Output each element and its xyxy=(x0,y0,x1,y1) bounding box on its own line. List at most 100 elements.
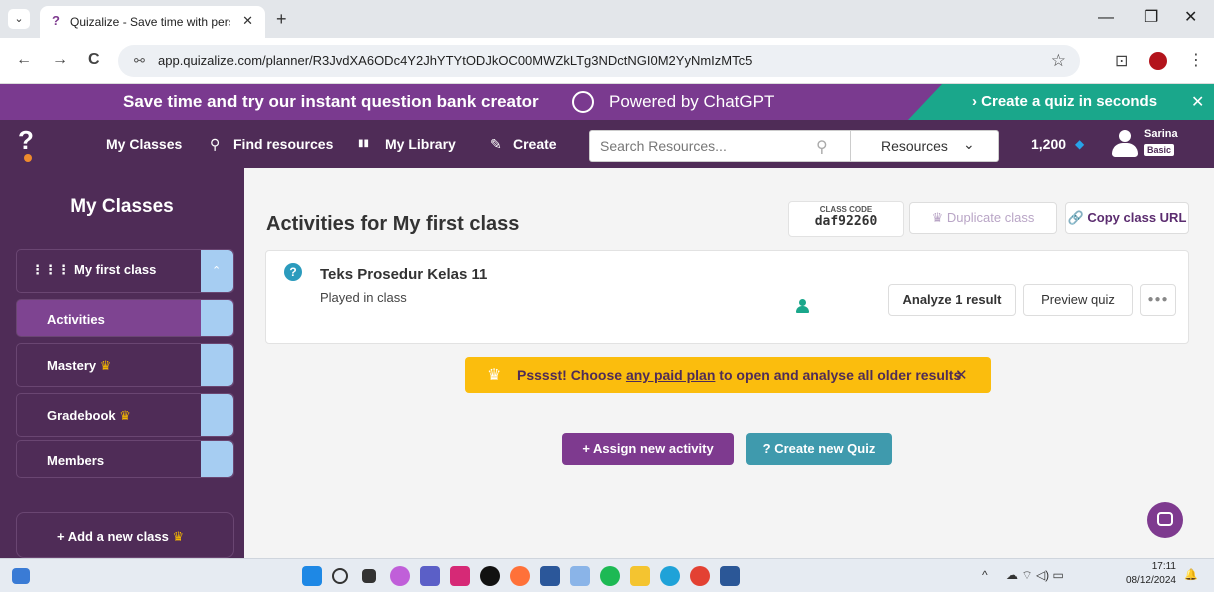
nav-my-classes[interactable]: My Classes xyxy=(106,136,182,152)
activity-title[interactable]: Teks Prosedur Kelas 11 xyxy=(320,266,487,283)
extensions-icon[interactable]: ⊡ xyxy=(1115,51,1128,71)
logo-dot xyxy=(24,154,32,162)
browser-tab[interactable]: ? Quizalize - Save time with perso ✕ xyxy=(40,6,265,38)
sidebar-item-label: Activities xyxy=(47,312,105,327)
create-quiz-seconds-link[interactable]: › Create a quiz in seconds xyxy=(972,93,1157,110)
store-icon[interactable] xyxy=(540,566,560,586)
quizalize-logo-icon[interactable]: ? xyxy=(18,126,42,156)
more-options-button[interactable]: ●●● xyxy=(1140,284,1176,316)
spotify-icon[interactable] xyxy=(600,566,620,586)
coin-balance[interactable]: 1,200 xyxy=(1031,136,1066,152)
copilot-icon[interactable] xyxy=(390,566,410,586)
sidebar-item-label: Members xyxy=(47,453,105,468)
profile-avatar[interactable] xyxy=(1149,52,1167,70)
omnibox[interactable]: ⚯ app.quizalize.com/planner/R3JvdXA6ODc4… xyxy=(118,45,1080,77)
analyze-results-button[interactable]: Analyze 1 result xyxy=(888,284,1016,316)
chat-support-button[interactable] xyxy=(1147,502,1183,538)
restore-button[interactable]: ❐ xyxy=(1144,10,1158,26)
minimize-button[interactable]: — xyxy=(1098,10,1114,26)
search-input[interactable] xyxy=(590,131,850,161)
book-icon: ▮▮ xyxy=(358,138,370,149)
user-avatar-icon[interactable] xyxy=(1110,130,1140,158)
chrome-icon[interactable] xyxy=(690,566,710,586)
tray-overflow-icon[interactable]: ^ xyxy=(982,568,988,582)
user-head xyxy=(1119,130,1131,142)
tiktok-icon[interactable] xyxy=(480,566,500,586)
activity-subtitle: Played in class xyxy=(320,290,407,305)
paid-plan-link[interactable]: any paid plan xyxy=(626,367,715,383)
duplicate-class-button[interactable]: ♛ Duplicate class xyxy=(909,202,1057,234)
notice-before: Psssst! Choose xyxy=(517,367,626,383)
sidebar-item-gradebook[interactable]: Gradebook ♛ xyxy=(16,393,234,437)
browser-tab-strip: ⌄ ? Quizalize - Save time with perso ✕ +… xyxy=(0,0,1214,38)
clock-date[interactable]: 08/12/2024 xyxy=(1106,575,1176,586)
activity-card: ? Teks Prosedur Kelas 11 Played in class… xyxy=(265,250,1189,344)
nav-find-resources[interactable]: Find resources xyxy=(233,136,333,152)
tab-search-button[interactable]: ⌄ xyxy=(8,9,30,29)
assign-new-activity-button[interactable]: + Assign new activity xyxy=(562,433,734,465)
new-tab-button[interactable]: + xyxy=(276,10,287,28)
sidebar-item-label: Gradebook ♛ xyxy=(47,408,131,424)
tab-close-icon[interactable]: ✕ xyxy=(242,13,253,29)
preview-quiz-button[interactable]: Preview quiz xyxy=(1023,284,1133,316)
nav-create[interactable]: Create xyxy=(513,136,557,152)
sidebar-class-my-first-class[interactable]: ⋮⋮⋮ My first class ⌃ xyxy=(16,249,234,293)
windows-start-icon[interactable] xyxy=(302,566,322,586)
binoculars-icon: ⚲ xyxy=(210,136,221,152)
notification-bell-icon[interactable]: 🔔 xyxy=(1184,568,1198,581)
forward-button[interactable]: → xyxy=(52,52,68,68)
create-new-quiz-button[interactable]: ? Create new Quiz xyxy=(746,433,892,465)
browser-menu-icon[interactable]: ⋮ xyxy=(1188,50,1204,70)
sidebar-item-members[interactable]: Members xyxy=(16,440,234,478)
url-text[interactable]: app.quizalize.com/planner/R3JvdXA6ODc4Y2… xyxy=(158,53,752,68)
close-window-button[interactable]: ✕ xyxy=(1184,10,1197,26)
promo-close-icon[interactable]: ✕ xyxy=(1191,92,1204,112)
nav-my-library[interactable]: My Library xyxy=(385,136,456,152)
promo-powered-text: Powered by ChatGPT xyxy=(609,92,775,111)
file-explorer-icon[interactable] xyxy=(630,566,650,586)
word-icon[interactable] xyxy=(720,566,740,586)
chevron-up-icon: ⌃ xyxy=(212,265,222,277)
class-code-box[interactable]: CLASS CODE daf92260 xyxy=(788,201,904,237)
widgets-icon[interactable] xyxy=(12,568,30,584)
search-taskbar-icon[interactable] xyxy=(332,568,348,584)
gradebook-text: Gradebook xyxy=(47,408,116,423)
task-view-icon[interactable] xyxy=(362,569,376,583)
search-icon[interactable]: ⚲ xyxy=(816,137,828,157)
site-info-icon[interactable]: ⚯ xyxy=(134,53,145,69)
bookmark-star-icon[interactable]: ☆ xyxy=(1051,51,1066,71)
class-name-label: ⋮⋮⋮ My first class xyxy=(31,262,156,278)
person-head xyxy=(799,299,806,306)
notice-close-icon[interactable]: ✕ xyxy=(955,366,968,384)
magic-wand-icon: ✎ xyxy=(490,136,502,152)
add-class-label: + Add a new class ♛ xyxy=(57,529,184,545)
back-button[interactable]: ← xyxy=(16,52,32,68)
clock-time[interactable]: 17:11 xyxy=(1126,561,1176,572)
firefox-icon[interactable] xyxy=(510,566,530,586)
add-new-class-button[interactable]: + Add a new class ♛ xyxy=(16,512,234,558)
teams-icon[interactable] xyxy=(420,566,440,586)
crown-icon: ♛ xyxy=(172,529,185,544)
user-name[interactable]: Sarina xyxy=(1144,128,1178,140)
mail-icon[interactable] xyxy=(570,566,590,586)
search-bar: ⚲ Resources ⌄ xyxy=(589,130,999,162)
promo-text: Save time and try our instant question b… xyxy=(123,92,539,111)
app-header: ? My Classes ⚲ Find resources ▮▮ My Libr… xyxy=(0,120,1214,168)
person-body xyxy=(796,306,809,313)
user-body xyxy=(1112,143,1138,157)
sidebar-item-mastery[interactable]: Mastery ♛ xyxy=(16,343,234,387)
add-class-text: + Add a new class xyxy=(57,529,169,544)
openai-logo-icon xyxy=(572,91,594,113)
sidebar-item-activities[interactable]: Activities xyxy=(16,299,234,337)
collapse-class-button[interactable]: ⌃ xyxy=(201,250,233,292)
tray-status-icons[interactable]: ☁ ⌔ ◁) ▭ xyxy=(1006,568,1064,583)
instagram-icon[interactable] xyxy=(450,566,470,586)
reload-button[interactable]: C xyxy=(88,52,100,68)
page-title: Activities for My first class xyxy=(266,213,520,235)
copy-class-url-button[interactable]: 🔗 Copy class URL xyxy=(1065,202,1189,234)
sidebar-title: My Classes xyxy=(70,196,174,217)
grid-icon: ⋮⋮⋮ xyxy=(31,262,70,277)
edge-icon[interactable] xyxy=(660,566,680,586)
sidebar-item-label: Mastery ♛ xyxy=(47,358,111,374)
resources-dropdown[interactable]: Resources ⌄ xyxy=(850,131,999,161)
